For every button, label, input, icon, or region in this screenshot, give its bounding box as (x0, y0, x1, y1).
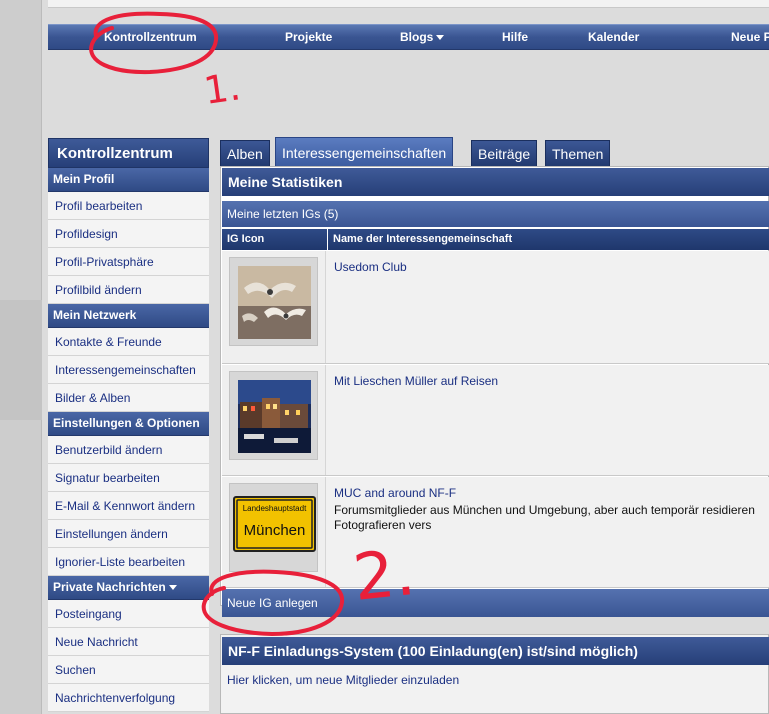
sidebar-item-neue-nachricht[interactable]: Neue Nachricht (48, 628, 209, 656)
sidebar: Kontrollzentrum Mein Profil Profil bearb… (48, 138, 209, 712)
tab-alben[interactable]: Alben (220, 140, 270, 167)
city-sign-main-text: München (244, 522, 306, 539)
icon-cell (222, 251, 326, 363)
tab-themen[interactable]: Themen (545, 140, 611, 167)
sidebar-section-mein-netzwerk[interactable]: Mein Netzwerk (48, 304, 209, 328)
tab-interessengemeinschaften[interactable]: Interessengemeinschaften (275, 137, 454, 167)
sidebar-item-profil-privatsphaere[interactable]: Profil-Privatsphäre (48, 248, 209, 276)
sidebar-item-interessengemeinschaften[interactable]: Interessengemeinschaften (48, 356, 209, 384)
sidebar-section-einstellungen[interactable]: Einstellungen & Optionen (48, 412, 209, 436)
chevron-down-icon (168, 585, 177, 591)
table-row: Mit Lieschen Müller auf Reisen (222, 365, 769, 476)
seagulls-photo-icon[interactable] (229, 257, 318, 346)
ig-description-line: Fotografieren vers (334, 518, 432, 532)
city-sign-icon[interactable]: Landeshauptstadt München (229, 483, 318, 572)
night-harbor-photo-icon[interactable] (229, 371, 318, 460)
sidebar-item-bilder-alben[interactable]: Bilder & Alben (48, 384, 209, 412)
sidebar-item-profildesign[interactable]: Profildesign (48, 220, 209, 248)
invite-link[interactable]: Hier klicken, um neue Mitglieder einzula… (227, 673, 459, 687)
stats-title: Meine Statistiken (222, 168, 769, 196)
nav-kontrollzentrum[interactable]: Kontrollzentrum (104, 25, 197, 51)
nav-kalender[interactable]: Kalender (588, 25, 639, 51)
nav-neue[interactable]: Neue P (731, 25, 769, 51)
ig-name-link[interactable]: Usedom Club (334, 260, 407, 274)
city-sign-top-text: Landeshauptstadt (243, 504, 307, 513)
sidebar-item-ignorier-liste[interactable]: Ignorier-Liste bearbeiten (48, 548, 209, 576)
sidebar-item-suchen[interactable]: Suchen (48, 656, 209, 684)
sidebar-item-benutzerbild[interactable]: Benutzerbild ändern (48, 436, 209, 464)
table-row: Landeshauptstadt München MUC and around … (222, 477, 769, 588)
ig-name-link[interactable]: Mit Lieschen Müller auf Reisen (334, 374, 498, 388)
seagulls-photo-image (238, 266, 311, 339)
sidebar-item-email-kennwort[interactable]: E-Mail & Kennwort ändern (48, 492, 209, 520)
top-strip (48, 0, 769, 8)
new-ig-button[interactable]: Neue IG anlegen (222, 589, 769, 617)
ig-description: Forumsmitglieder aus München und Umgebun… (334, 503, 769, 533)
sidebar-section-label: Private Nachrichten (53, 580, 166, 594)
sidebar-title: Kontrollzentrum (48, 138, 209, 168)
nav-projekte[interactable]: Projekte (285, 25, 332, 51)
sidebar-item-kontakte[interactable]: Kontakte & Freunde (48, 328, 209, 356)
main-navbar: Kontrollzentrum Projekte Blogs Hilfe Kal… (48, 24, 769, 50)
sidebar-item-profil-bearbeiten[interactable]: Profil bearbeiten (48, 192, 209, 220)
sidebar-item-profilbild-aendern[interactable]: Profilbild ändern (48, 276, 209, 304)
nav-hilfe[interactable]: Hilfe (502, 25, 528, 51)
sidebar-section-private-nachrichten[interactable]: Private Nachrichten (48, 576, 209, 600)
tab-beitraege[interactable]: Beiträge (471, 140, 538, 167)
sidebar-item-signatur[interactable]: Signatur bearbeiten (48, 464, 209, 492)
city-sign-image: Landeshauptstadt München (233, 496, 316, 552)
sidebar-item-einstellungen-aendern[interactable]: Einstellungen ändern (48, 520, 209, 548)
nav-blogs[interactable]: Blogs (400, 25, 445, 51)
recent-igs-header: Meine letzten IGs (5) (222, 201, 769, 227)
sidebar-item-posteingang[interactable]: Posteingang (48, 600, 209, 628)
left-window-edge (0, 0, 42, 714)
icon-cell: Landeshauptstadt München (222, 477, 326, 587)
night-harbor-photo-image (238, 380, 311, 453)
nav-blogs-label: Blogs (400, 30, 434, 44)
icon-cell (222, 365, 326, 475)
annotation-number-1: 1. (201, 64, 243, 113)
chevron-down-icon (436, 35, 445, 41)
column-ig-name: Name der Interessengemeinschaft (328, 229, 769, 250)
ig-description-line: Forumsmitglieder aus München und Umgebun… (334, 503, 755, 517)
sidebar-item-nachrichtenverfolgung[interactable]: Nachrichtenverfolgung (48, 684, 209, 712)
column-ig-icon: IG Icon (222, 229, 327, 250)
sidebar-section-mein-profil[interactable]: Mein Profil (48, 168, 209, 192)
invite-title: NF-F Einladungs-System (100 Einladung(en… (222, 637, 769, 665)
table-row: Usedom Club (222, 251, 769, 364)
ig-name-link[interactable]: MUC and around NF-F (334, 486, 456, 500)
